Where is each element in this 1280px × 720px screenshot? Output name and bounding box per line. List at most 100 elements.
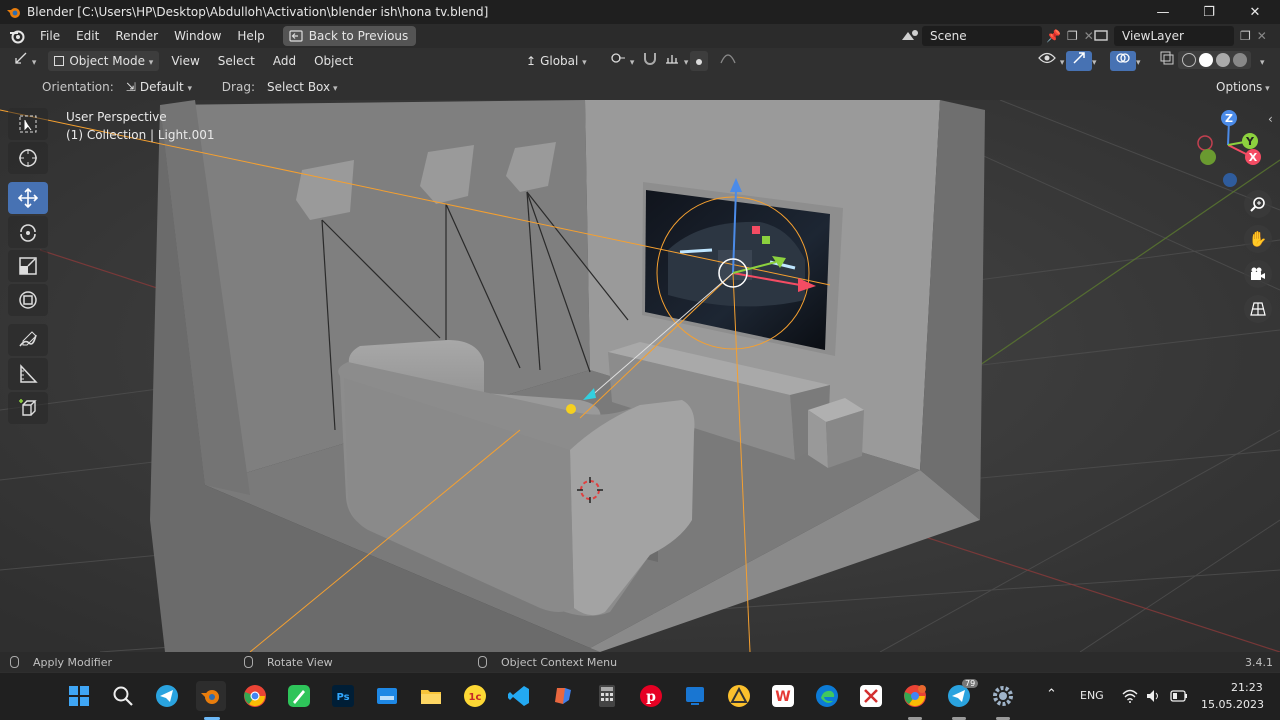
clock-date[interactable]: 15.05.2023	[1201, 698, 1264, 711]
status-middle: Rotate View	[244, 652, 333, 672]
video-editor-taskbar-button[interactable]	[856, 681, 886, 711]
search-button[interactable]	[108, 681, 138, 711]
screen-app-taskbar-button[interactable]	[680, 681, 710, 711]
pivot-point-dropdown[interactable]	[604, 51, 640, 71]
wps-taskbar-button[interactable]: W	[768, 681, 798, 711]
language-indicator[interactable]: ENG	[1080, 689, 1104, 702]
scene-selector[interactable]: Scene 📌 ❐ ✕	[900, 26, 1094, 46]
edge-taskbar-button[interactable]	[812, 681, 842, 711]
keyboard-taskbar-button[interactable]	[372, 681, 402, 711]
object-mode-icon	[54, 56, 65, 66]
menu-select[interactable]: Select	[212, 51, 261, 71]
menu-file[interactable]: File	[32, 24, 68, 48]
zoom-magnifier-icon	[1250, 197, 1265, 212]
axes-editor-icon	[15, 52, 27, 64]
vscode-taskbar-button[interactable]	[504, 681, 534, 711]
visibility-dropdown[interactable]	[1032, 51, 1070, 71]
options-dropdown[interactable]: Options	[1210, 77, 1276, 97]
wireframe-shading-icon[interactable]	[1182, 53, 1196, 67]
sidebar-toggle-chevron-icon[interactable]: ‹	[1268, 112, 1273, 126]
camera-view-button[interactable]	[1244, 260, 1272, 288]
blender-taskbar-button[interactable]	[196, 681, 226, 711]
telegram-desktop-taskbar-button[interactable]: 79	[944, 679, 979, 711]
pin-icon[interactable]: 📌	[1046, 29, 1061, 43]
back-to-previous-button[interactable]: Back to Previous	[282, 26, 417, 46]
copilot-taskbar-button[interactable]	[548, 681, 578, 711]
gizmo-arrow-icon	[1073, 52, 1085, 64]
back-to-previous-label: Back to Previous	[308, 29, 409, 43]
transform-orientation-dropdown[interactable]: ↥ Global	[520, 51, 593, 71]
maximize-button[interactable]: ❐	[1186, 0, 1232, 24]
menu-window[interactable]: Window	[166, 24, 229, 48]
remove-viewlayer-icon[interactable]: ✕	[1257, 29, 1267, 43]
shading-dropdown[interactable]	[1254, 51, 1271, 71]
pinterest-taskbar-button[interactable]: p	[636, 681, 666, 711]
annotate-tool[interactable]	[8, 324, 48, 356]
snap-target-dropdown[interactable]	[658, 51, 694, 71]
material-shading-icon[interactable]	[1216, 53, 1230, 67]
copy-scene-icon[interactable]: ❐	[1067, 29, 1078, 43]
tray-overflow-chevron-icon[interactable]: ⌃	[1046, 687, 1057, 702]
scene-name-field[interactable]: Scene	[922, 26, 1042, 46]
viewlayer-selector[interactable]: ViewLayer ❐ ✕	[1092, 26, 1267, 46]
gizmo-dropdown[interactable]	[1086, 51, 1103, 71]
menu-render[interactable]: Render	[107, 24, 166, 48]
orientation-dropdown[interactable]: ⇲ Default	[120, 77, 212, 97]
cursor-tool[interactable]	[8, 142, 48, 174]
rotate-icon	[20, 224, 36, 242]
volume-icon[interactable]	[1146, 689, 1160, 703]
minimize-button[interactable]: —	[1140, 0, 1186, 24]
copy-viewlayer-icon[interactable]: ❐	[1240, 29, 1251, 43]
drag-dropdown[interactable]: Select Box	[261, 77, 344, 97]
menu-add[interactable]: Add	[267, 51, 302, 71]
tool-shelf	[8, 108, 50, 426]
battery-icon[interactable]	[1170, 690, 1188, 702]
rendered-shading-icon[interactable]	[1233, 53, 1247, 67]
measure-tool[interactable]	[8, 358, 48, 390]
viewlayer-name-field[interactable]: ViewLayer	[1114, 26, 1234, 46]
telegram-taskbar-button[interactable]	[152, 681, 182, 711]
falloff-button[interactable]	[714, 51, 742, 71]
viewport-scene[interactable]: Z Y X	[0, 100, 1280, 652]
photoshop-taskbar-button[interactable]: Ps	[328, 681, 358, 711]
3d-viewport[interactable]: Z Y X ‹	[0, 100, 1280, 652]
move-arrows-icon	[17, 187, 39, 209]
blender-menu-icon[interactable]	[8, 27, 26, 45]
file-explorer-taskbar-button[interactable]	[416, 681, 446, 711]
mouse-right-icon	[478, 656, 487, 668]
wifi-icon[interactable]	[1122, 689, 1138, 703]
1c-taskbar-button[interactable]: 1c	[460, 681, 490, 711]
move-tool[interactable]	[8, 182, 48, 214]
menu-object[interactable]: Object	[308, 51, 359, 71]
menu-view[interactable]: View	[165, 51, 205, 71]
chrome-taskbar-button[interactable]	[240, 681, 270, 711]
calculator-taskbar-button[interactable]	[592, 681, 622, 711]
close-button[interactable]: ✕	[1232, 0, 1278, 24]
start-button[interactable]	[64, 681, 94, 711]
rotate-tool[interactable]	[8, 216, 48, 248]
clock-time[interactable]: 21:23	[1231, 681, 1263, 694]
xray-toggle[interactable]	[1154, 51, 1180, 71]
select-box-tool[interactable]	[8, 108, 48, 140]
zoom-button[interactable]	[1244, 190, 1272, 218]
orthographic-toggle-button[interactable]	[1244, 295, 1272, 323]
menu-help[interactable]: Help	[229, 24, 272, 48]
object-mode-dropdown[interactable]: Object Mode	[48, 51, 160, 71]
overlays-dropdown[interactable]	[1130, 51, 1147, 71]
editor-type-button[interactable]	[8, 51, 42, 71]
transform-tool[interactable]	[8, 284, 48, 316]
notes-taskbar-button[interactable]	[284, 681, 314, 711]
proportional-editing-toggle[interactable]	[690, 51, 708, 71]
menu-edit[interactable]: Edit	[68, 24, 107, 48]
settings-taskbar-button[interactable]	[988, 681, 1018, 711]
warning-app-taskbar-button[interactable]	[724, 681, 754, 711]
light-origin-point[interactable]	[566, 404, 576, 414]
pan-button[interactable]: ✋	[1244, 225, 1272, 253]
add-cube-tool[interactable]	[8, 392, 48, 424]
photoshop-icon: Ps	[332, 685, 354, 707]
solid-shading-icon[interactable]	[1199, 53, 1213, 67]
scale-tool[interactable]	[8, 250, 48, 282]
object-mode-label: Object Mode	[69, 54, 145, 68]
chrome-profile-taskbar-button[interactable]	[900, 681, 930, 711]
wps-icon: W	[772, 685, 794, 707]
